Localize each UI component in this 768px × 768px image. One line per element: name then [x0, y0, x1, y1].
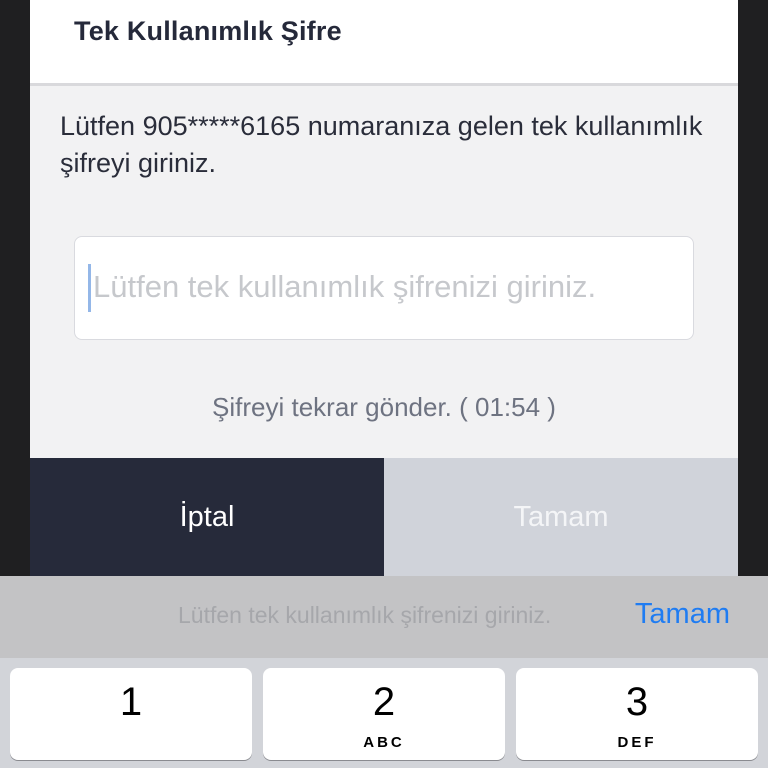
dialog-title: Tek Kullanımlık Şifre	[74, 16, 342, 46]
key-digit: 2	[372, 680, 396, 724]
keyboard-toolbar: Lütfen tek kullanımlık şifrenizi giriniz…	[0, 576, 768, 658]
key-letters: DEF	[617, 734, 657, 751]
numeric-keypad: 1 2 ABC 3 DEF	[0, 658, 768, 768]
dialog-message: Lütfen 905*****6165 numaranıza gelen tek…	[60, 111, 703, 178]
screen: Tek Kullanımlık Şifre Lütfen 905*****616…	[0, 0, 768, 768]
ok-button[interactable]: Tamam	[384, 458, 738, 576]
key-letters: ABC	[363, 734, 405, 751]
text-cursor	[88, 264, 91, 312]
otp-input[interactable]: Lütfen tek kullanımlık şifrenizi giriniz…	[74, 236, 694, 340]
keyboard-done-button[interactable]: Tamam	[635, 598, 730, 631]
resend-code-link[interactable]: Şifreyi tekrar gönder. ( 01:54 )	[30, 392, 738, 423]
key-2[interactable]: 2 ABC	[263, 668, 505, 760]
key-digit: 1	[119, 680, 143, 724]
key-1[interactable]: 1	[10, 668, 252, 760]
keyboard-toolbar-placeholder: Lütfen tek kullanımlık şifrenizi giriniz…	[178, 602, 552, 628]
cancel-button[interactable]: İptal	[30, 458, 384, 576]
key-3[interactable]: 3 DEF	[516, 668, 758, 760]
otp-input-placeholder: Lütfen tek kullanımlık şifrenizi giriniz…	[93, 269, 597, 304]
dialog-header: Tek Kullanımlık Şifre	[30, 0, 738, 86]
otp-dialog: Tek Kullanımlık Şifre Lütfen 905*****616…	[30, 0, 738, 576]
key-digit: 3	[625, 680, 649, 724]
